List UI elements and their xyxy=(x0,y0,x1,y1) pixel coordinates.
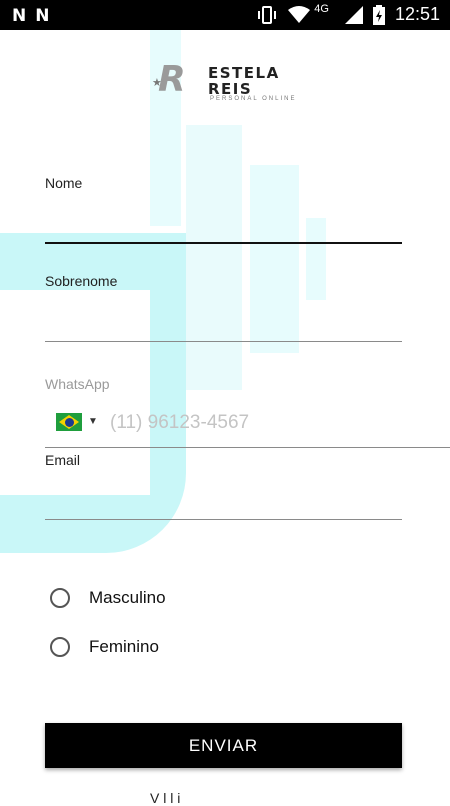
status-bar: N N 4G 12:51 xyxy=(0,0,450,30)
email-underline xyxy=(45,519,402,520)
vibrate-icon xyxy=(258,5,277,24)
nome-input[interactable] xyxy=(45,206,402,236)
radio-label-feminino: Feminino xyxy=(89,637,159,656)
radio-masculino[interactable]: Masculino xyxy=(50,588,166,608)
radio-feminino[interactable]: Feminino xyxy=(50,637,159,657)
notification-icon: N xyxy=(12,6,26,26)
email-input[interactable] xyxy=(45,483,402,513)
radio-label-masculino: Masculino xyxy=(89,588,166,607)
cell-signal-icon xyxy=(344,5,363,24)
notification-icon: N xyxy=(35,6,49,26)
logo-tagline: PERSONAL ONLINE xyxy=(210,96,297,102)
clock: 12:51 xyxy=(394,4,440,24)
battery-charging-icon xyxy=(372,4,385,25)
sobrenome-underline xyxy=(45,341,402,342)
sobrenome-label: Sobrenome xyxy=(45,273,118,289)
sobrenome-input[interactable] xyxy=(45,305,402,335)
background-bar xyxy=(186,125,242,390)
whatsapp-label: WhatsApp xyxy=(45,376,110,392)
brand-logo: ★ R ESTELA REIS PERSONAL ONLINE xyxy=(152,62,302,104)
radio-circle-icon[interactable] xyxy=(50,637,70,657)
brazil-flag-icon[interactable] xyxy=(56,413,82,431)
logo-monogram: R xyxy=(158,59,186,100)
network-type-label: 4G xyxy=(314,2,329,15)
whatsapp-underline xyxy=(45,447,450,448)
nome-underline xyxy=(45,242,402,244)
dropdown-caret-icon[interactable]: ▼ xyxy=(88,416,98,427)
wifi-icon xyxy=(288,5,311,23)
submit-button[interactable]: ENVIAR xyxy=(45,723,402,768)
whatsapp-phone-input[interactable] xyxy=(110,408,410,438)
email-label: Email xyxy=(45,452,81,468)
nome-label: Nome xyxy=(45,175,83,191)
footer-text: V l l i xyxy=(150,790,181,806)
radio-circle-icon[interactable] xyxy=(50,588,70,608)
